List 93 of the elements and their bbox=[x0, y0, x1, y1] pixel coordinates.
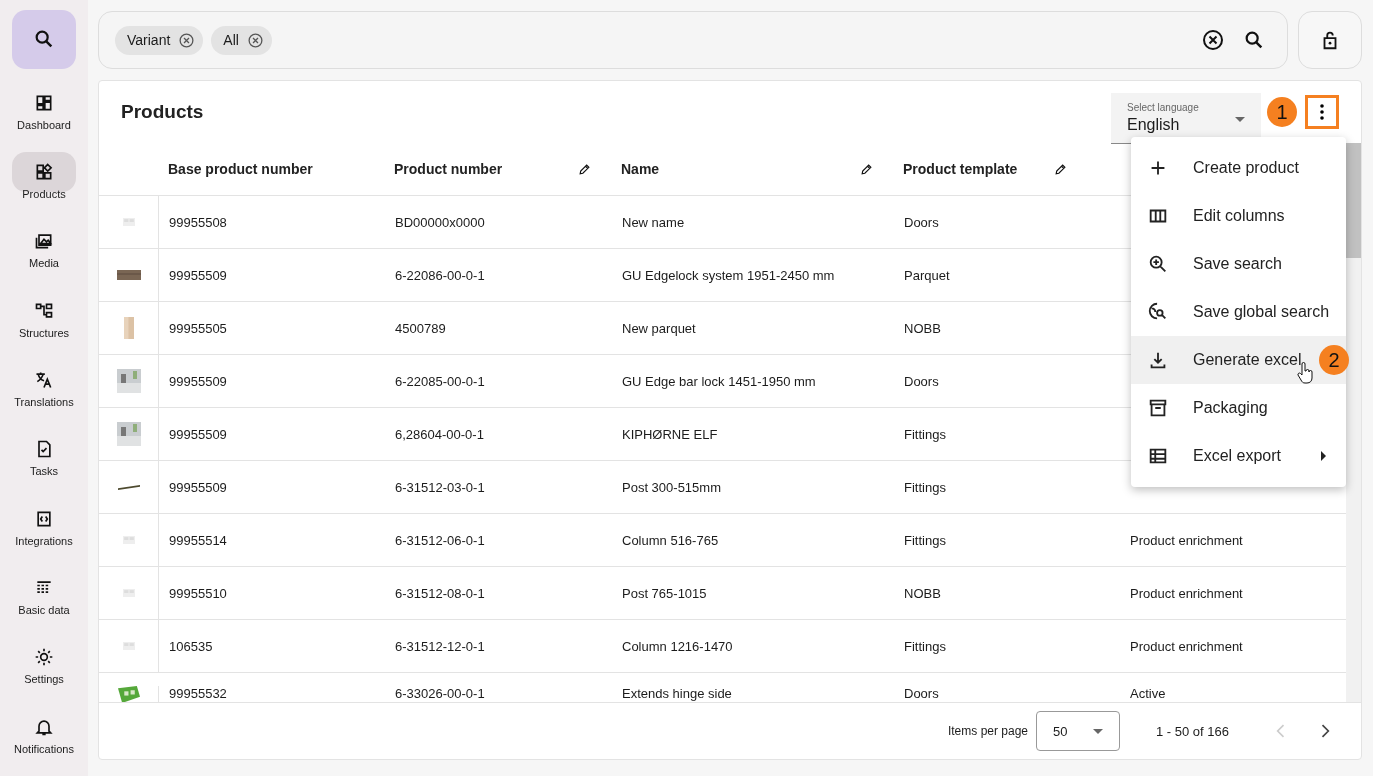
table-cell: 6-31512-06-0-1 bbox=[395, 532, 485, 548]
remove-icon[interactable] bbox=[246, 31, 264, 49]
table-cell: 6-33026-00-0-1 bbox=[395, 686, 485, 701]
search-icon[interactable] bbox=[1243, 29, 1265, 51]
table-cell: Active bbox=[1130, 686, 1166, 701]
pencil-icon[interactable] bbox=[578, 162, 591, 176]
table-cell: Fittings bbox=[904, 426, 946, 442]
scrollbar-thumb[interactable] bbox=[1346, 143, 1361, 258]
caret-icon bbox=[1235, 117, 1245, 122]
table-cell: New name bbox=[622, 214, 685, 230]
column-header[interactable]: Product number bbox=[394, 161, 503, 177]
table-cell: Post 765-1015 bbox=[622, 585, 707, 601]
sidebar-item[interactable]: Integrations bbox=[12, 498, 76, 568]
table-cell: 99955509 bbox=[169, 426, 227, 442]
table-cell: Doors bbox=[904, 686, 939, 701]
nav-icon bbox=[34, 647, 54, 668]
sidebar-item[interactable]: Structures bbox=[12, 290, 76, 360]
pencil-icon[interactable] bbox=[860, 162, 873, 176]
table-cell: Parquet bbox=[904, 267, 950, 283]
menu-item-icon bbox=[1147, 397, 1169, 419]
table-cell: Doors bbox=[904, 373, 939, 389]
step-badge: 2 bbox=[1319, 345, 1349, 375]
table-cell: Fittings bbox=[904, 638, 946, 654]
nav-icon bbox=[34, 231, 54, 252]
lock-button[interactable] bbox=[1298, 11, 1362, 69]
sidebar-item[interactable]: Translations bbox=[12, 359, 76, 430]
table-cell: 99955509 bbox=[169, 267, 227, 283]
table-cell: Doors bbox=[904, 214, 939, 230]
table-cell: GU Edgelock system 1951-2450 mm bbox=[622, 267, 835, 283]
remove-icon[interactable] bbox=[178, 31, 196, 49]
menu-item[interactable]: Edit columns bbox=[1131, 192, 1346, 240]
table-cell: Fittings bbox=[904, 479, 946, 495]
table-cell: 6-31512-12-0-1 bbox=[395, 638, 485, 654]
search-button[interactable] bbox=[12, 10, 76, 69]
more-icon bbox=[1320, 104, 1324, 120]
menu-item[interactable]: Save global search bbox=[1131, 288, 1346, 336]
table-cell: 6-22086-00-0-1 bbox=[395, 267, 485, 283]
page-title: Products bbox=[121, 101, 204, 123]
sidebar-item[interactable]: Media bbox=[12, 221, 76, 291]
table-cell: 99955532 bbox=[169, 686, 227, 701]
table-cell: GU Edge bar lock 1451-1950 mm bbox=[622, 373, 816, 389]
page-size-select[interactable]: 50 bbox=[1036, 711, 1120, 751]
table-cell: 4500789 bbox=[395, 320, 446, 336]
table-cell: NOBB bbox=[904, 585, 941, 601]
sidebar-item[interactable]: Settings bbox=[12, 637, 76, 707]
items-per-page-label: Items per page bbox=[947, 724, 1028, 738]
table-cell: 99955509 bbox=[169, 479, 227, 495]
table-cell: Product enrichment bbox=[1130, 585, 1243, 601]
table-cell: 6-22085-00-0-1 bbox=[395, 373, 485, 389]
table-cell: 6,28604-00-0-1 bbox=[395, 426, 484, 442]
column-header[interactable]: Product template bbox=[903, 161, 1018, 177]
table-cell: New parquet bbox=[622, 320, 696, 336]
table-cell: 99955505 bbox=[169, 320, 227, 336]
column-header[interactable]: Name bbox=[621, 161, 660, 177]
table-cell: 6-31512-08-0-1 bbox=[395, 585, 485, 601]
table-cell: Extends hinge side bbox=[622, 686, 732, 701]
table-cell: Fittings bbox=[904, 532, 946, 548]
caret-icon bbox=[1093, 728, 1103, 734]
table-cell: Product enrichment bbox=[1130, 638, 1243, 654]
scrollbar[interactable] bbox=[1346, 143, 1361, 702]
page-range: 1 - 50 of 166 bbox=[1156, 723, 1229, 739]
filter-chip[interactable]: Variant bbox=[115, 25, 204, 55]
step-badge: 1 bbox=[1267, 97, 1297, 127]
nav-icon bbox=[34, 161, 54, 182]
table-cell: 99955514 bbox=[169, 532, 227, 548]
table-cell: KIPHØRNE ELF bbox=[622, 426, 718, 442]
pencil-icon[interactable] bbox=[1054, 162, 1067, 176]
table-cell: 6-31512-03-0-1 bbox=[395, 479, 485, 495]
menu-item[interactable]: Excel export bbox=[1131, 432, 1346, 480]
table-cell: 99955510 bbox=[169, 585, 227, 601]
table-cell: Column 1216-1470 bbox=[622, 638, 733, 654]
sidebar-item[interactable]: Basic data bbox=[12, 567, 76, 638]
menu-item[interactable]: Packaging bbox=[1131, 384, 1346, 432]
table-cell: Post 300-515mm bbox=[622, 479, 721, 495]
menu-item[interactable]: Save search bbox=[1131, 240, 1346, 288]
menu-item[interactable]: Generate excel 2 bbox=[1131, 336, 1346, 384]
table-cell: Column 516-765 bbox=[622, 532, 719, 548]
search-bar[interactable]: Variant All bbox=[98, 11, 1288, 69]
sidebar-item[interactable]: Tasks bbox=[12, 429, 76, 499]
table-cell: BD00000x0000 bbox=[395, 214, 485, 230]
table-cell: 106535 bbox=[169, 638, 213, 654]
column-header[interactable]: Base product number bbox=[168, 161, 313, 177]
menu-item[interactable]: Create product bbox=[1131, 144, 1346, 192]
filter-chip[interactable]: All bbox=[211, 25, 272, 55]
more-button[interactable] bbox=[1305, 95, 1339, 129]
table-cell: 99955508 bbox=[169, 214, 227, 230]
menu-item-icon bbox=[1147, 253, 1169, 275]
table-cell: Product enrichment bbox=[1130, 532, 1243, 548]
table-cell: NOBB bbox=[904, 320, 941, 336]
table-cell: 99955509 bbox=[169, 373, 227, 389]
sidebar-item[interactable]: Dashboard bbox=[12, 82, 76, 152]
clear-icon[interactable] bbox=[1201, 28, 1225, 52]
sidebar-item[interactable]: Notifications bbox=[12, 706, 76, 776]
